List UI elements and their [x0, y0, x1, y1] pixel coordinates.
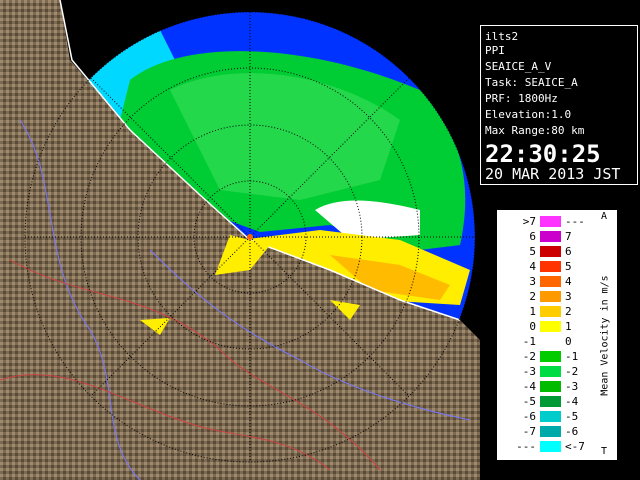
legend-lower-label: -4	[522, 380, 536, 393]
legend-row: 67	[501, 231, 611, 242]
scan-mode: PPI	[485, 44, 505, 57]
legend-row: 23	[501, 291, 611, 302]
legend-lower-label: -2	[522, 350, 536, 363]
legend-color-swatch	[540, 231, 561, 242]
legend-upper-label: 7	[565, 230, 572, 243]
legend-color-swatch	[540, 426, 561, 437]
legend-upper-label: 5	[565, 260, 572, 273]
legend-upper-label: -4	[565, 395, 579, 408]
legend-row: 34	[501, 276, 611, 287]
legend-upper-label: 0	[565, 335, 572, 348]
legend-bottom-marker: T	[601, 446, 608, 457]
legend-color-swatch	[540, 321, 561, 332]
legend-row: 56	[501, 246, 611, 257]
radar-name: ilts2	[485, 30, 519, 43]
legend-lower-label: 1	[529, 305, 536, 318]
legend-upper-label: 3	[565, 290, 572, 303]
legend-color-swatch	[540, 336, 561, 347]
legend-upper-label: 2	[565, 305, 572, 318]
legend-lower-label: 5	[529, 245, 536, 258]
legend-row: -7 -6	[501, 426, 611, 437]
legend-row: -2 -1	[501, 351, 611, 362]
legend-color-swatch	[540, 366, 561, 377]
prf-value: PRF: 1800Hz	[485, 92, 558, 105]
max-range-value: Max Range:80 km	[485, 124, 585, 137]
legend-color-swatch	[540, 381, 561, 392]
legend-row: -4 -3	[501, 381, 611, 392]
legend-lower-label: >7	[522, 215, 536, 228]
legend-color-swatch	[540, 351, 561, 362]
legend-lower-label: ---	[516, 440, 536, 453]
legend-row: >7 ---	[501, 216, 611, 227]
legend-row: -3 -2	[501, 366, 611, 377]
legend-upper-label: -3	[565, 380, 579, 393]
legend-lower-label: 4	[529, 260, 536, 273]
scan-date: 20 MAR 2013 JST	[485, 165, 621, 183]
legend-upper-label: 6	[565, 245, 572, 258]
legend-upper-label: ---	[565, 215, 585, 228]
legend-title-text: Mean Velocity in m/s	[599, 275, 611, 396]
scan-time: 22:30:25	[485, 140, 601, 168]
legend-title: Mean Velocity in m/s	[598, 272, 612, 402]
legend-color-swatch	[540, 216, 561, 227]
legend-lower-label: -5	[522, 395, 536, 408]
velocity-legend: A >7 --- 6 7 5 6 4 5 3 4 2 3 1 2 0 1 -1 0 -2 -1 -3 -2 -4 -3 -5 -4…	[497, 210, 617, 460]
legend-upper-label: -2	[565, 365, 579, 378]
legend-row: 01	[501, 321, 611, 332]
legend-row: 45	[501, 261, 611, 272]
task-name: Task: SEAICE_A	[485, 76, 578, 89]
legend-lower-label: -6	[522, 410, 536, 423]
legend-row: -6 -5	[501, 411, 611, 422]
legend-color-swatch	[540, 261, 561, 272]
legend-color-swatch	[540, 396, 561, 407]
legend-row: -5 -4	[501, 396, 611, 407]
legend-lower-label: -3	[522, 365, 536, 378]
radar-ppi-view[interactable]	[0, 0, 480, 480]
legend-lower-label: 6	[529, 230, 536, 243]
legend-upper-label: <-7	[565, 440, 585, 453]
legend-upper-label: -5	[565, 410, 579, 423]
elevation-value: Elevation:1.0	[485, 108, 572, 121]
legend-color-swatch	[540, 411, 561, 422]
legend-lower-label: 0	[529, 320, 536, 333]
legend-color-swatch	[540, 291, 561, 302]
legend-color-swatch	[540, 306, 561, 317]
legend-upper-label: -1	[565, 350, 579, 363]
legend-lower-label: 3	[529, 275, 536, 288]
legend-row: -1 0	[501, 336, 611, 347]
legend-color-swatch	[540, 246, 561, 257]
legend-lower-label: -7	[522, 425, 536, 438]
legend-lower-label: 2	[529, 290, 536, 303]
product-name: SEAICE_A_V	[485, 60, 552, 73]
radar-site-marker	[247, 234, 253, 240]
radar-info-panel: ilts2 PPI SEAICE_A_V Task: SEAICE_A PRF:…	[480, 25, 638, 185]
legend-upper-label: 1	[565, 320, 572, 333]
legend-color-swatch	[540, 441, 561, 452]
legend-row: 12	[501, 306, 611, 317]
legend-upper-label: -6	[565, 425, 579, 438]
legend-lower-label: -1	[522, 335, 536, 348]
legend-color-swatch	[540, 276, 561, 287]
legend-upper-label: 4	[565, 275, 572, 288]
legend-row: --- <-7	[501, 441, 611, 452]
radar-map	[0, 0, 480, 480]
